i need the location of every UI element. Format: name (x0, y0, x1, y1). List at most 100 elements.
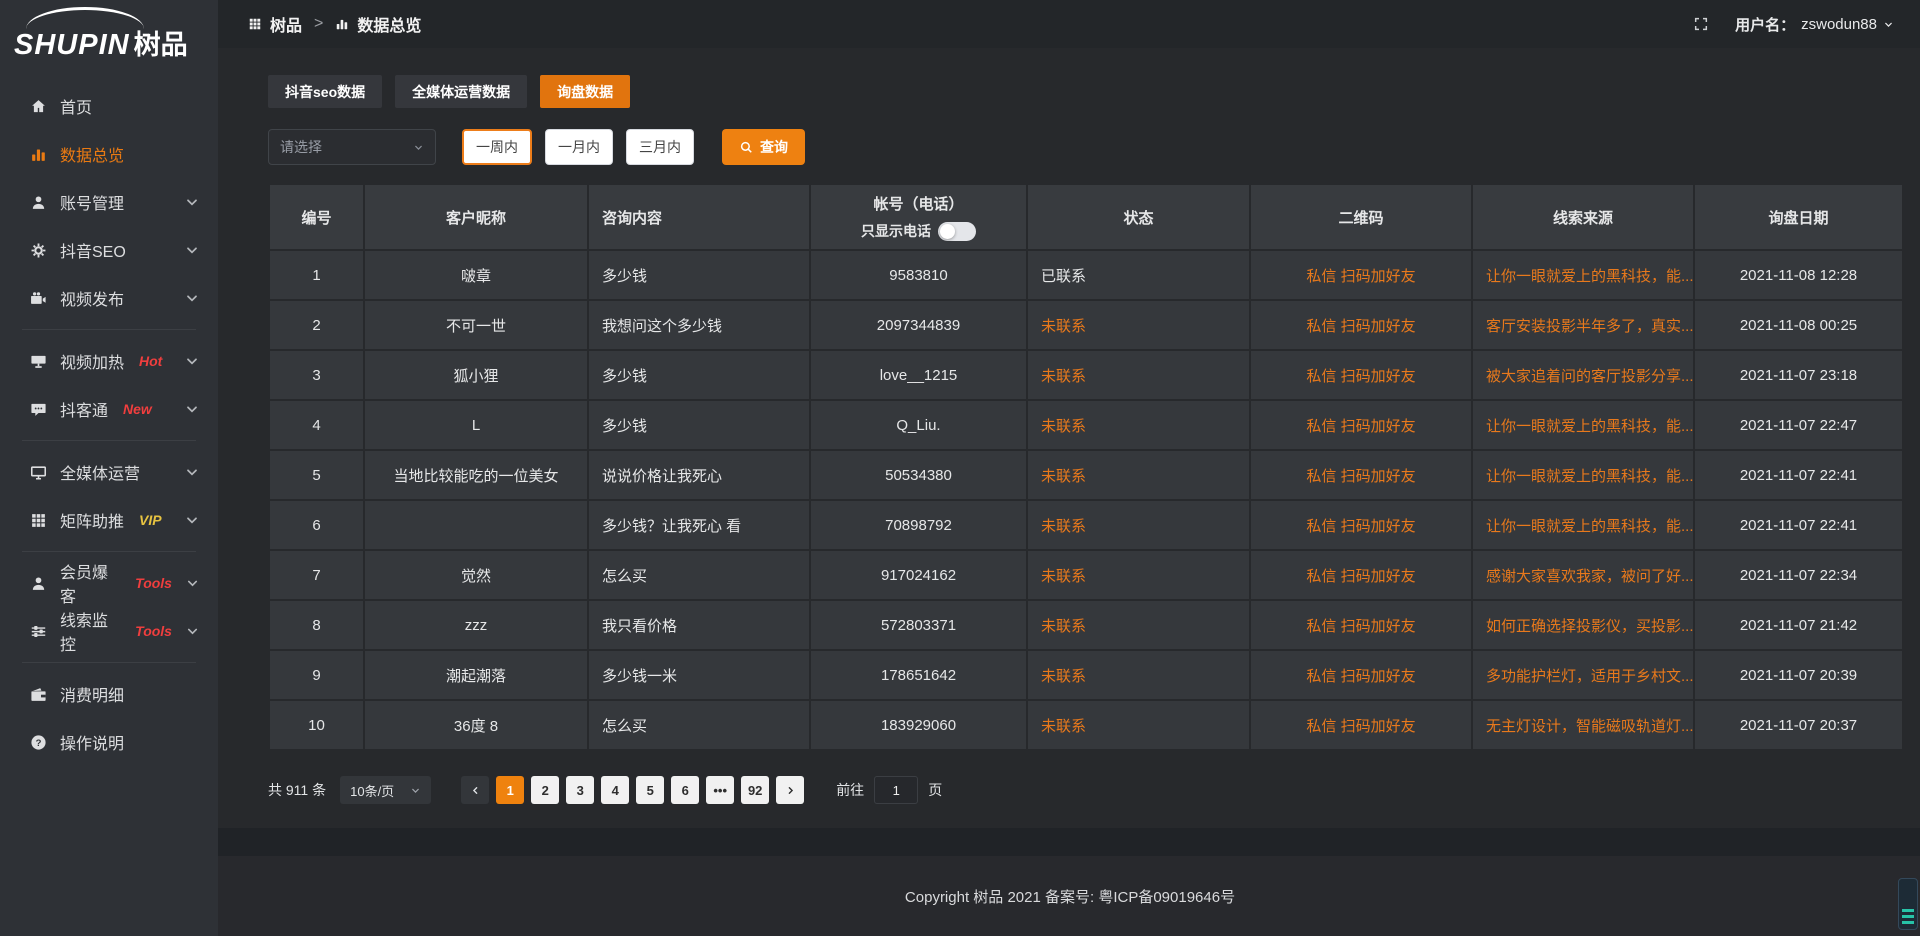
cell-source-link[interactable]: 无主灯设计，智能磁吸轨道灯... (1472, 700, 1694, 750)
sidebar-item-account-management[interactable]: 账号管理 (0, 178, 218, 226)
cell-no: 8 (269, 600, 364, 650)
chevron-down-icon (184, 290, 200, 306)
page-ellipsis-button[interactable]: ••• (706, 776, 734, 804)
cell-status: 未联系 (1027, 650, 1250, 700)
cell-no: 4 (269, 400, 364, 450)
cell-qrcode-link[interactable]: 私信 扫码加好友 (1250, 250, 1472, 300)
filter-bar: 请选择 一周内一月内三月内 查询 (268, 129, 1904, 165)
sidebar-item-data-overview[interactable]: 数据总览 (0, 130, 218, 178)
sidebar-item-badge: VIP (139, 512, 162, 528)
cell-qrcode-link[interactable]: 私信 扫码加好友 (1250, 450, 1472, 500)
col-header-account: 帐号（电话） 只显示电话 (810, 184, 1027, 250)
tab-1[interactable]: 抖音seo数据 (268, 75, 382, 108)
sidebar-item-douyin-seo[interactable]: 抖音SEO (0, 226, 218, 274)
sidebar-item-video-heating[interactable]: 视频加热Hot (0, 337, 218, 385)
cell-source-link[interactable]: 多功能护栏灯，适用于乡村文... (1472, 650, 1694, 700)
table-row: 6多少钱？让我死心 看70898792未联系私信 扫码加好友让你一眼就爱上的黑科… (269, 500, 1903, 550)
sidebar-item-consumption-detail[interactable]: 消费明细 (0, 670, 218, 718)
sidebar-item-home[interactable]: 首页 (0, 82, 218, 130)
cell-qrcode-link[interactable]: 私信 扫码加好友 (1250, 550, 1472, 600)
user-menu[interactable]: 用户名： zswodun88 (1735, 14, 1894, 35)
cell-no: 9 (269, 650, 364, 700)
sidebar-item-operation-guide[interactable]: ?操作说明 (0, 718, 218, 766)
sidebar-item-member-baoke[interactable]: 会员爆客Tools (0, 559, 218, 607)
range-button-3[interactable]: 三月内 (626, 129, 694, 165)
goto-label: 前往 (836, 780, 864, 800)
cell-qrcode-link[interactable]: 私信 扫码加好友 (1250, 300, 1472, 350)
page-button-6[interactable]: 6 (671, 776, 699, 804)
page-button-3[interactable]: 3 (566, 776, 594, 804)
table-row: 5当地比较能吃的一位美女说说价格让我死心50534380未联系私信 扫码加好友让… (269, 450, 1903, 500)
tab-3[interactable]: 询盘数据 (540, 75, 630, 108)
cell-date: 2021-11-07 22:41 (1694, 500, 1903, 550)
sidebar-divider (22, 551, 196, 552)
cell-account: 70898792 (810, 500, 1027, 550)
sidebar-item-label: 账号管理 (60, 190, 124, 214)
cell-content: 多少钱 (588, 250, 810, 300)
cell-source-link[interactable]: 如何正确选择投影仪，买投影... (1472, 600, 1694, 650)
cell-source-link[interactable]: 客厅安装投影半年多了，真实... (1472, 300, 1694, 350)
sidebar-divider (22, 329, 196, 330)
app-logo[interactable]: SHUPIN 树品 (0, 0, 218, 74)
goto-page-input[interactable] (874, 776, 918, 804)
page-button-5[interactable]: 5 (636, 776, 664, 804)
phone-only-toggle[interactable] (938, 222, 976, 241)
tab-2[interactable]: 全媒体运营数据 (395, 75, 527, 108)
cell-source-link[interactable]: 让你一眼就爱上的黑科技，能... (1472, 500, 1694, 550)
cell-qrcode-link[interactable]: 私信 扫码加好友 (1250, 350, 1472, 400)
cell-nickname: 狐小狸 (364, 350, 588, 400)
range-button-1[interactable]: 一周内 (462, 129, 532, 165)
page-button-92[interactable]: 92 (741, 776, 769, 804)
breadcrumb-root[interactable]: 树品 (270, 12, 302, 36)
sidebar-item-matrix-boost[interactable]: 矩阵助推VIP (0, 496, 218, 544)
sidebar-item-label: 全媒体运营 (60, 460, 140, 484)
cell-source-link[interactable]: 让你一眼就爱上的黑科技，能... (1472, 400, 1694, 450)
cell-account: love__1215 (810, 350, 1027, 400)
cell-qrcode-link[interactable]: 私信 扫码加好友 (1250, 600, 1472, 650)
cell-qrcode-link[interactable]: 私信 扫码加好友 (1250, 700, 1472, 750)
cell-source-link[interactable]: 感谢大家喜欢我家，被问了好... (1472, 550, 1694, 600)
cell-source-link[interactable]: 让你一眼就爱上的黑科技，能... (1472, 450, 1694, 500)
cell-content: 怎么买 (588, 550, 810, 600)
sidebar-item-omnimedia-operation[interactable]: 全媒体运营 (0, 448, 218, 496)
table-row: 9潮起潮落多少钱一米178651642未联系私信 扫码加好友多功能护栏灯，适用于… (269, 650, 1903, 700)
home-icon (30, 98, 47, 115)
cell-qrcode-link[interactable]: 私信 扫码加好友 (1250, 500, 1472, 550)
phone-only-label: 只显示电话 (861, 221, 931, 241)
cell-status: 未联系 (1027, 550, 1250, 600)
cell-qrcode-link[interactable]: 私信 扫码加好友 (1250, 400, 1472, 450)
page-size-select[interactable]: 10条/页 (340, 776, 431, 804)
cell-nickname: 潮起潮落 (364, 650, 588, 700)
scroll-widget[interactable] (1898, 878, 1918, 930)
chevron-down-icon (184, 401, 200, 417)
filter-select[interactable]: 请选择 (268, 129, 436, 165)
next-page-button[interactable] (776, 776, 804, 804)
username-value: zswodun88 (1801, 16, 1877, 33)
cell-source-link[interactable]: 让你一眼就爱上的黑科技，能... (1472, 250, 1694, 300)
query-button[interactable]: 查询 (722, 129, 805, 165)
range-button-2[interactable]: 一月内 (545, 129, 613, 165)
cell-no: 5 (269, 450, 364, 500)
breadcrumb-page-icon (335, 17, 349, 31)
cell-nickname: 啵章 (364, 250, 588, 300)
cell-qrcode-link[interactable]: 私信 扫码加好友 (1250, 650, 1472, 700)
page-button-1[interactable]: 1 (496, 776, 524, 804)
sidebar-menu: 首页数据总览账号管理抖音SEO 视频发布视频加热Hot抖客通New 全媒体运营矩阵助… (0, 74, 218, 766)
sidebar-item-video-publish[interactable]: 视频发布 (0, 274, 218, 322)
sidebar-item-douketong[interactable]: 抖客通New (0, 385, 218, 433)
fullscreen-icon[interactable] (1693, 16, 1709, 32)
page-button-4[interactable]: 4 (601, 776, 629, 804)
sidebar-item-clue-monitor[interactable]: 线索监控Tools (0, 607, 218, 655)
cell-source-link[interactable]: 被大家追着问的客厅投影分享... (1472, 350, 1694, 400)
cell-content: 怎么买 (588, 700, 810, 750)
page-button-2[interactable]: 2 (531, 776, 559, 804)
cell-no: 2 (269, 300, 364, 350)
chevron-down-icon (184, 464, 200, 480)
sidebar-item-label: 抖客通 (60, 397, 108, 421)
breadcrumb-app-icon (248, 17, 262, 31)
table-row: 4L多少钱Q_Liu.未联系私信 扫码加好友让你一眼就爱上的黑科技，能...20… (269, 400, 1903, 450)
sidebar-item-label: 抖音SEO (60, 238, 126, 262)
cell-date: 2021-11-07 22:41 (1694, 450, 1903, 500)
chevron-down-icon (410, 785, 421, 796)
prev-page-button[interactable] (461, 776, 489, 804)
